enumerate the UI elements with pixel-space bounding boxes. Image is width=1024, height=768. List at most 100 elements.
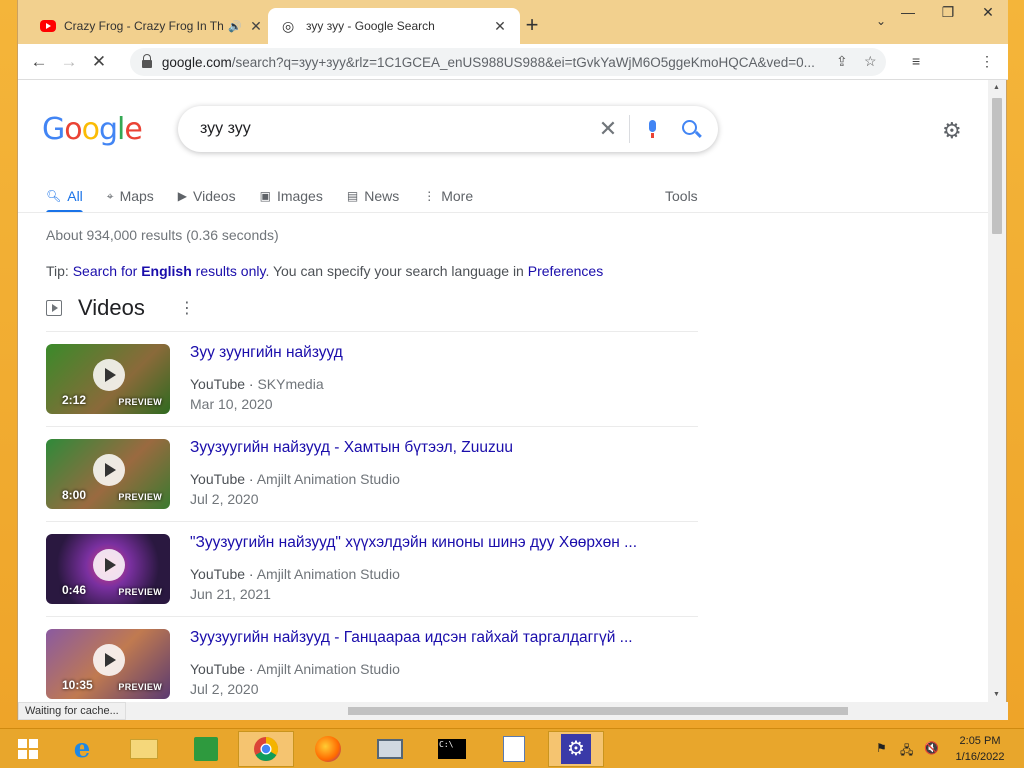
video-title-link[interactable]: Зуузуугийн найзууд - Ганцаараа идсэн гай…: [190, 629, 633, 647]
play-icon: [93, 644, 125, 676]
link-bold: English: [141, 263, 192, 279]
horizontal-scrollbar-thumb[interactable]: [348, 707, 848, 715]
start-button[interactable]: [0, 731, 56, 767]
maximize-button[interactable]: ❐: [928, 0, 968, 26]
video-duration: 0:46: [62, 583, 87, 597]
tab-title: зуу зуу - Google Search: [306, 19, 435, 33]
more-vert-icon: ⋮: [423, 189, 436, 203]
lock-icon[interactable]: [142, 54, 152, 68]
tab-maps[interactable]: ⌖ Maps: [107, 180, 154, 212]
network-icon[interactable]: 🖧: [900, 741, 913, 762]
video-date: Mar 10, 2020: [190, 396, 273, 412]
tab-news[interactable]: ▤ News: [347, 180, 399, 212]
search-icon[interactable]: [670, 114, 710, 144]
settings-gear-icon[interactable]: ⚙: [942, 118, 962, 144]
tools-button[interactable]: Tools: [665, 180, 698, 212]
stop-loading-button[interactable]: ✕: [84, 52, 114, 72]
window-controls: — ❐ ✕: [888, 0, 1008, 26]
video-duration: 8:00: [62, 488, 87, 502]
search-input[interactable]: зуу зуу: [200, 120, 593, 138]
preview-label: PREVIEW: [118, 492, 162, 502]
video-results-list: 2:12 PREVIEW Зуу зуунгийн найзууд YouTub…: [46, 331, 698, 700]
youtube-icon: [40, 20, 56, 32]
video-title-link[interactable]: "Зуузуугийн найзууд" хүүхэлдэйн киноны ш…: [190, 534, 637, 552]
tab-more[interactable]: ⋮ More: [423, 180, 473, 212]
tab-label: All: [67, 188, 83, 204]
english-results-link[interactable]: Search for English results only: [73, 263, 266, 279]
new-tab-button[interactable]: +: [518, 12, 546, 40]
clear-search-icon[interactable]: ✕: [593, 116, 623, 142]
volume-muted-icon[interactable]: 🔇: [924, 741, 939, 755]
scroll-down-arrow-icon[interactable]: ▼: [993, 691, 1000, 698]
back-button[interactable]: ←: [24, 52, 54, 72]
channel-name: Amjilt Animation Studio: [256, 661, 400, 677]
file-explorer-icon[interactable]: [116, 731, 172, 767]
microphone-icon[interactable]: [636, 114, 670, 144]
share-icon[interactable]: ⇪: [836, 53, 848, 70]
chrome-window: Crazy Frog - Crazy Frog In Th 🔊 ✕ ◎ зуу …: [17, 0, 1008, 720]
forward-button[interactable]: →: [54, 52, 84, 72]
internet-explorer-icon[interactable]: e: [54, 731, 110, 767]
reading-list-icon[interactable]: ≡: [912, 53, 920, 69]
preferences-link[interactable]: Preferences: [528, 263, 603, 279]
source-name: YouTube: [190, 471, 246, 487]
play-icon: [93, 454, 125, 486]
source-name: YouTube: [190, 376, 246, 392]
bookmark-star-icon[interactable]: ☆: [864, 53, 877, 70]
scrollbar-thumb[interactable]: [992, 98, 1002, 234]
speaker-icon[interactable]: 🔊: [228, 20, 242, 33]
tab-label: Images: [276, 188, 323, 204]
video-source: YouTube · SKYmedia: [190, 376, 324, 392]
more-options-icon[interactable]: ⋮: [179, 298, 195, 318]
close-window-button[interactable]: ✕: [968, 0, 1008, 26]
video-source: YouTube · Amjilt Animation Studio: [190, 471, 400, 487]
tab-videos[interactable]: ▶ Videos: [178, 180, 236, 212]
tab-images[interactable]: ▣ Images: [260, 180, 323, 212]
browser-toolbar: ← → ✕ google.com /search?q=зуу+зуу&rlz=1…: [18, 44, 1008, 116]
video-title-link[interactable]: Зуу зуунгийн найзууд: [190, 344, 343, 362]
firefox-icon[interactable]: [300, 731, 356, 767]
minimize-button[interactable]: —: [888, 0, 928, 26]
store-icon[interactable]: [178, 731, 234, 767]
tab-search-chevron-icon[interactable]: ⌄: [876, 14, 886, 28]
google-logo[interactable]: Google: [42, 112, 143, 147]
close-tab-icon[interactable]: ✕: [246, 18, 266, 35]
result-stats: About 934,000 results (0.36 seconds): [46, 227, 279, 243]
wordpad-icon[interactable]: [486, 731, 542, 767]
video-result: 10:35 PREVIEW Зуузуугийн найзууд - Ганца…: [46, 616, 698, 700]
search-divider: [629, 115, 630, 143]
google-favicon-icon: ◎: [282, 18, 295, 34]
scroll-up-arrow-icon[interactable]: ▲: [993, 84, 1000, 91]
chrome-taskbar-icon[interactable]: [238, 731, 294, 767]
video-thumbnail[interactable]: 0:46 PREVIEW: [46, 534, 170, 604]
vertical-scrollbar[interactable]: ▲ ▼: [988, 80, 1006, 702]
source-name: YouTube: [190, 566, 246, 582]
monitor-app-icon[interactable]: [362, 731, 418, 767]
video-thumbnail[interactable]: 10:35 PREVIEW: [46, 629, 170, 699]
settings-app-icon[interactable]: ⚙: [548, 731, 604, 767]
search-box[interactable]: зуу зуу ✕: [178, 106, 718, 152]
action-center-flag-icon[interactable]: ⚑: [876, 741, 887, 755]
video-duration: 10:35: [62, 678, 93, 692]
menu-kebab-icon[interactable]: ⋮: [980, 53, 994, 70]
map-pin-icon: ⌖: [106, 188, 114, 203]
system-clock[interactable]: 2:05 PM 1/16/2022: [950, 733, 1010, 765]
close-tab-icon[interactable]: ✕: [490, 18, 510, 35]
tab-all[interactable]: 🔍︎ All: [46, 180, 83, 213]
search-icon: 🔍︎: [46, 189, 62, 203]
tab-label: More: [441, 188, 474, 204]
status-bar: Waiting for cache...: [18, 702, 1008, 720]
video-thumbnail[interactable]: 2:12 PREVIEW: [46, 344, 170, 414]
video-date: Jul 2, 2020: [190, 491, 259, 507]
video-title-link[interactable]: Зуузуугийн найзууд - Хамтын бүтээл, Zuuz…: [190, 439, 513, 457]
video-thumbnail[interactable]: 8:00 PREVIEW: [46, 439, 170, 509]
tabs-divider: [18, 212, 990, 213]
language-tip: Tip: Search for English results only. Yo…: [46, 263, 603, 279]
address-bar[interactable]: google.com /search?q=зуу+зуу&rlz=1C1GCEA…: [130, 48, 886, 76]
preview-label: PREVIEW: [118, 587, 162, 597]
tab-crazy-frog[interactable]: Crazy Frog - Crazy Frog In Th 🔊 ✕: [26, 8, 276, 44]
tab-google-search[interactable]: ◎ зуу зуу - Google Search ✕: [268, 8, 520, 44]
news-icon: ▤: [346, 189, 359, 203]
command-prompt-icon[interactable]: C:\: [424, 731, 480, 767]
clock-time: 2:05 PM: [959, 735, 1001, 747]
